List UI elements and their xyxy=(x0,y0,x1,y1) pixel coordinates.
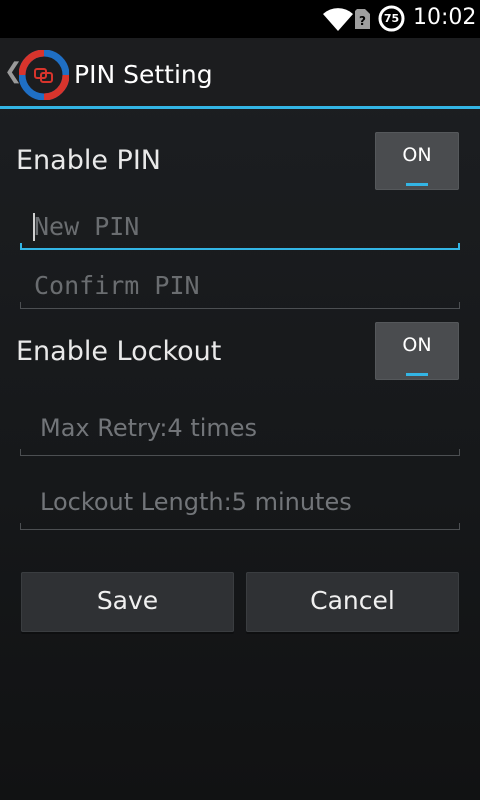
wifi-icon xyxy=(323,8,353,32)
save-button[interactable]: Save xyxy=(21,572,234,632)
page-title: PIN Setting xyxy=(74,60,213,89)
svg-text:?: ? xyxy=(359,14,366,28)
toggle-indicator xyxy=(406,373,428,376)
no-sim-icon: ? xyxy=(355,9,370,29)
field-underline xyxy=(20,529,460,530)
text-cursor xyxy=(33,213,35,241)
field-tick-right xyxy=(459,302,460,309)
field-tick-right xyxy=(459,523,460,530)
field-tick-left xyxy=(20,243,22,250)
action-bar xyxy=(0,38,480,106)
field-tick-left xyxy=(20,523,21,530)
enable-pin-toggle-label: ON xyxy=(402,144,432,166)
new-pin-input[interactable] xyxy=(32,206,456,246)
app-logo-icon[interactable] xyxy=(19,50,69,100)
enable-lockout-toggle[interactable]: ON xyxy=(375,322,459,380)
field-underline xyxy=(20,248,460,250)
field-tick-right xyxy=(459,449,460,456)
field-tick-left xyxy=(20,449,21,456)
enable-pin-label: Enable PIN xyxy=(16,145,161,176)
lockout-length-text: Lockout Length:5 minutes xyxy=(40,488,352,516)
battery-level: 75 xyxy=(383,12,400,25)
battery-icon: 75 xyxy=(378,5,405,32)
max-retry-text: Max Retry:4 times xyxy=(40,414,258,442)
max-retry-field[interactable]: Max Retry:4 times xyxy=(20,408,460,456)
field-tick-left xyxy=(20,302,21,309)
new-pin-field[interactable] xyxy=(20,202,460,250)
action-bar-divider xyxy=(0,106,480,109)
confirm-pin-field[interactable] xyxy=(20,261,460,309)
enable-lockout-toggle-label: ON xyxy=(402,334,432,356)
confirm-pin-input[interactable] xyxy=(32,265,456,305)
toggle-indicator xyxy=(406,183,428,186)
field-underline xyxy=(20,455,460,456)
status-time: 10:02 xyxy=(413,5,477,30)
enable-lockout-label: Enable Lockout xyxy=(16,336,222,367)
field-underline xyxy=(20,308,460,309)
cancel-button[interactable]: Cancel xyxy=(246,572,459,632)
lockout-length-field[interactable]: Lockout Length:5 minutes xyxy=(20,482,460,530)
enable-pin-toggle[interactable]: ON xyxy=(375,132,459,190)
status-bar: ? 75 10:02 xyxy=(0,0,480,38)
field-tick-right xyxy=(458,243,460,250)
